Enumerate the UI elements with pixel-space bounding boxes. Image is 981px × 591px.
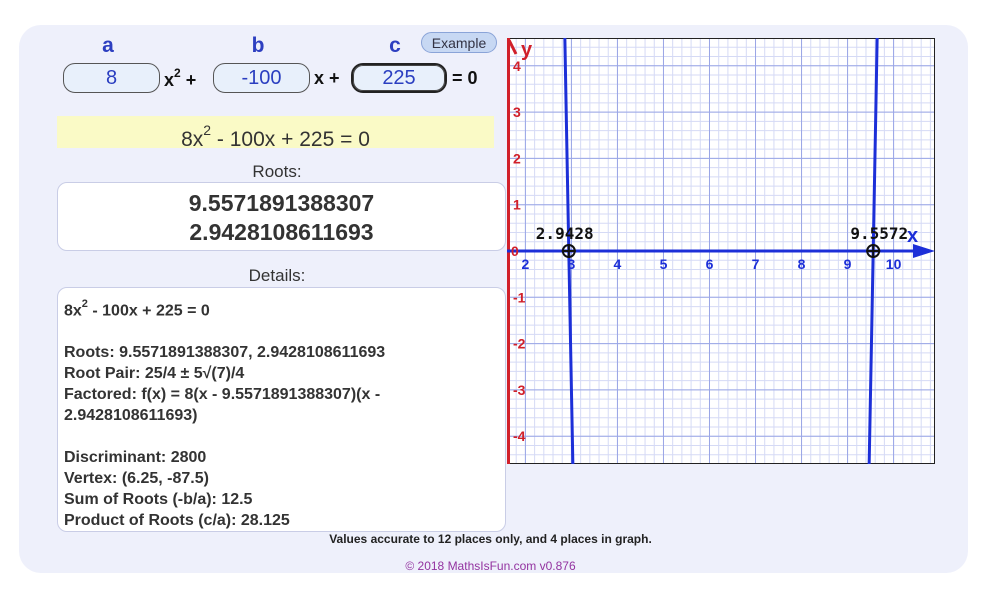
roots-heading: Roots: <box>252 162 302 181</box>
x-term: x + <box>314 68 340 88</box>
x-tick-label: 4 <box>614 256 622 272</box>
coefficient-b-label: b <box>251 34 265 57</box>
roots-box: 9.5571891388307 2.9428108611693 <box>57 182 506 251</box>
coefficient-a-input[interactable] <box>63 63 160 93</box>
root-label: 9.5572 <box>850 224 908 243</box>
details-factored: Factored: f(x) = 8(x - 9.5571891388307)(… <box>64 386 381 404</box>
details-heading: Details: <box>248 266 306 285</box>
x-tick-label: 2 <box>522 256 530 272</box>
copyright-link[interactable]: © 2018 MathsIsFun.com v0.876 <box>0 559 981 573</box>
details-vertex: Vertex: (6.25, -87.5) <box>64 470 209 488</box>
x-squared-term: x2 + <box>164 66 197 90</box>
y-tick-label: -1 <box>513 289 526 305</box>
coefficient-c-label: c <box>389 34 401 57</box>
x-axis-label: x <box>907 225 918 247</box>
accuracy-note: Values accurate to 12 places only, and 4… <box>329 532 652 546</box>
equation-display: 8x2 - 100x + 225 = 0 <box>57 116 494 151</box>
coefficient-a-label: a <box>102 34 114 57</box>
details-factored-cont: 2.9428108611693) <box>64 407 198 425</box>
example-button[interactable]: Example <box>421 32 497 53</box>
x-tick-label: 9 <box>844 256 852 272</box>
details-equation: 8x2 - 100x + 225 = 0 <box>64 298 210 320</box>
equals-zero: = 0 <box>452 68 478 88</box>
y-tick-zero: 0 <box>511 243 519 259</box>
y-tick-label: -2 <box>513 336 526 352</box>
details-product: Product of Roots (c/a): 28.125 <box>64 512 290 530</box>
x-tick-label: 8 <box>798 256 806 272</box>
y-tick-label: 2 <box>513 150 521 166</box>
details-discriminant: Discriminant: 2800 <box>64 449 207 467</box>
x-tick-label: 6 <box>706 256 714 272</box>
details-sum: Sum of Roots (-b/a): 12.5 <box>64 491 253 509</box>
details-root-pair: Root Pair: 25/4 ± 5√(7)/4 <box>64 365 245 383</box>
details-roots: Roots: 9.5571891388307, 2.9428108611693 <box>64 344 386 362</box>
function-graph[interactable]: yx2345678910101234-1-2-3-42.94289.5572 <box>507 38 935 464</box>
root-label: 2.9428 <box>536 224 594 243</box>
details-box: 8x2 - 100x + 225 = 0 Roots: 9.5571891388… <box>57 287 506 532</box>
y-axis-label: y <box>521 39 533 61</box>
x-tick-label: 10 <box>886 256 902 272</box>
y-tick-label: 3 <box>513 104 521 120</box>
y-tick-label: 4 <box>513 58 521 74</box>
root-1-value: 9.5571891388307 <box>188 190 375 216</box>
coefficient-c-input[interactable] <box>351 63 447 93</box>
y-tick-label: 1 <box>513 197 521 213</box>
y-tick-label: -4 <box>513 428 526 444</box>
y-tick-label: -3 <box>513 382 526 398</box>
root-2-value: 2.9428108611693 <box>189 219 374 245</box>
x-tick-label: 5 <box>660 256 668 272</box>
x-tick-label: 7 <box>752 256 760 272</box>
coefficient-b-input[interactable] <box>213 63 310 93</box>
